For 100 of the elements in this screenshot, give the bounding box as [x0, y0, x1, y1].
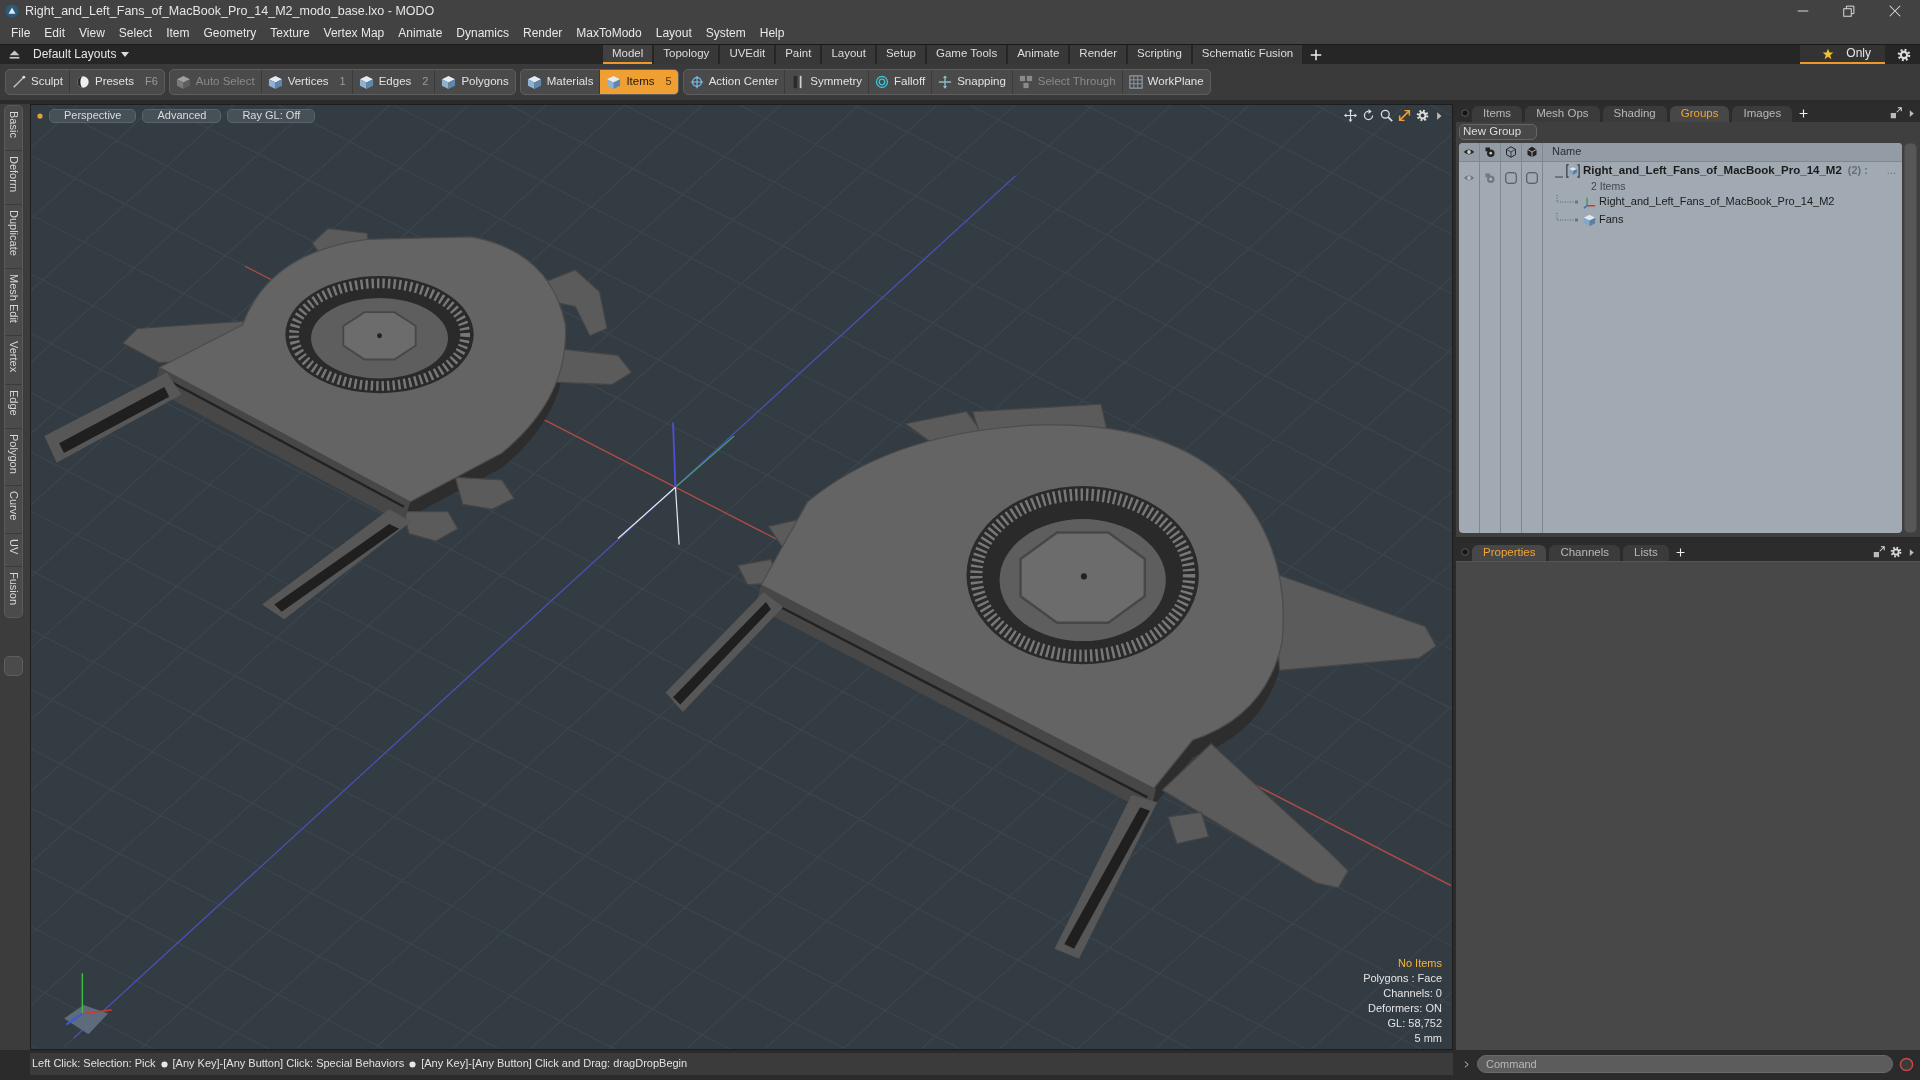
tool-button[interactable]: Vertices 1: [260, 70, 352, 94]
triangle-right-icon[interactable]: [1434, 110, 1444, 121]
layout-tab[interactable]: Layout: [822, 45, 875, 64]
plus-icon[interactable]: [1799, 108, 1809, 118]
close-icon[interactable]: [1889, 5, 1901, 17]
status-hint-text: [Any Key]-[Any Button] Click and Drag: dragDropBegin: [421, 1057, 688, 1071]
panel-tab[interactable]: Items: [1472, 106, 1523, 122]
menu-item[interactable]: File: [4, 25, 38, 41]
triangle-up-icon[interactable]: [8, 48, 21, 61]
rotate-icon[interactable]: [1362, 109, 1375, 122]
side-tab[interactable]: Vertex: [5, 335, 22, 385]
cube-icon[interactable]: [1526, 146, 1538, 158]
side-tab[interactable]: Fusion: [5, 567, 22, 618]
side-tab[interactable]: UV: [5, 533, 22, 568]
tool-button[interactable]: Materials: [520, 70, 600, 94]
tool-button[interactable]: Symmetry: [784, 70, 869, 94]
menu-item[interactable]: Select: [111, 25, 160, 41]
side-tab[interactable]: Polygon: [5, 428, 22, 487]
only-filter-toggle[interactable]: Only: [1800, 45, 1885, 64]
panel-tab[interactable]: Mesh Ops: [1525, 106, 1600, 122]
layout-tab[interactable]: Scripting: [1128, 45, 1191, 64]
menu-item[interactable]: Render: [516, 25, 570, 41]
menu-item[interactable]: Animate: [391, 25, 450, 41]
toggle-box-icon[interactable]: [1526, 171, 1538, 184]
grid-icon: [1128, 75, 1143, 89]
menu-item[interactable]: Dynamics: [449, 25, 516, 41]
triangle-right-icon[interactable]: [1907, 108, 1916, 118]
layout-tab[interactable]: Animate: [1008, 45, 1069, 64]
tree-item-label[interactable]: Right_and_Left_Fans_of_MacBook_Pro_14_M2: [1599, 195, 1835, 209]
sphere-icon: [75, 75, 90, 89]
panel-tab[interactable]: Properties: [1472, 545, 1547, 561]
maximize-icon[interactable]: [1398, 109, 1411, 122]
tool-button[interactable]: Falloff: [868, 70, 932, 94]
tool-button[interactable]: Polygons: [434, 70, 515, 94]
side-tab[interactable]: Duplicate: [5, 204, 22, 269]
expand-arrows-icon[interactable]: [1873, 546, 1885, 558]
plus-icon[interactable]: [1675, 547, 1685, 557]
layout-tab[interactable]: Game Tools: [927, 45, 1007, 64]
menu-item[interactable]: Layout: [648, 25, 699, 41]
tree-item-label[interactable]: Right_and_Left_Fans_of_MacBook_Pro_14_M2: [1583, 164, 1842, 178]
settings-icon[interactable]: [1416, 109, 1429, 122]
viewport-option-button[interactable]: Advanced: [142, 108, 222, 123]
side-tab[interactable]: Deform: [5, 150, 22, 205]
column-header[interactable]: Name: [1552, 145, 1582, 159]
layout-tab[interactable]: Setup: [876, 45, 925, 64]
panel-tab[interactable]: Channels: [1549, 545, 1620, 561]
caret-icon: [121, 52, 130, 57]
menu-item[interactable]: Item: [159, 25, 197, 41]
search-icon[interactable]: [1380, 109, 1393, 122]
menu-item[interactable]: View: [72, 25, 112, 41]
tool-button[interactable]: Edges 2: [351, 70, 435, 94]
side-tab[interactable]: Mesh Edit: [5, 268, 22, 336]
menu-item[interactable]: Edit: [37, 25, 73, 41]
expand-arrows-icon[interactable]: [1890, 107, 1902, 119]
layout-preset-dropdown[interactable]: Default Layouts: [33, 47, 130, 62]
layout-tab[interactable]: UVEdit: [720, 45, 775, 64]
new-group-button[interactable]: New Group: [1459, 124, 1537, 140]
panel-toggle-button[interactable]: [4, 656, 23, 677]
menu-item[interactable]: Help: [752, 25, 792, 41]
command-field[interactable]: Command: [1477, 1055, 1893, 1073]
panel-tab[interactable]: Shading: [1602, 106, 1667, 122]
restore-icon[interactable]: [1843, 5, 1855, 17]
cube-outline-icon[interactable]: [1505, 146, 1517, 158]
toggle-box-icon[interactable]: [1505, 171, 1517, 184]
panel-tab[interactable]: Images: [1732, 106, 1793, 122]
panel-menu-dot-icon[interactable]: [1461, 109, 1469, 117]
triangle-right-icon[interactable]: [1907, 547, 1916, 557]
tool-button[interactable]: Presets F6: [68, 70, 164, 94]
menu-item[interactable]: Geometry: [196, 25, 264, 41]
viewport-option-button[interactable]: Ray GL: Off: [227, 108, 316, 123]
tool-button[interactable]: Sculpt: [6, 70, 69, 94]
layout-tab[interactable]: Render: [1070, 45, 1127, 64]
settings-icon[interactable]: [1890, 546, 1902, 558]
tool-button[interactable]: Items 5: [599, 70, 678, 94]
layout-tab[interactable]: Paint: [776, 45, 821, 64]
side-tab[interactable]: Basic: [5, 106, 22, 151]
menu-item[interactable]: Texture: [263, 25, 317, 41]
panel-tab[interactable]: Lists: [1623, 545, 1669, 561]
menu-item[interactable]: MaxToModo: [569, 25, 649, 41]
panel-menu-dot-icon[interactable]: [1461, 548, 1469, 556]
record-circle-icon[interactable]: [1899, 1056, 1914, 1072]
plus-icon[interactable]: [1310, 48, 1323, 61]
panel-tab[interactable]: Groups: [1669, 106, 1730, 122]
chevron-right-icon[interactable]: [1462, 1058, 1471, 1070]
viewport-option-button[interactable]: Perspective: [49, 108, 137, 123]
layout-tab[interactable]: Model: [603, 45, 653, 64]
menu-item[interactable]: System: [698, 25, 753, 41]
scrollbar[interactable]: [1904, 143, 1917, 533]
settings-icon[interactable]: [1897, 47, 1911, 62]
layout-tab[interactable]: Schematic Fusion: [1192, 45, 1303, 64]
menu-item[interactable]: Vertex Map: [316, 25, 392, 41]
tool-button[interactable]: Snapping: [931, 70, 1012, 94]
tool-button[interactable]: WorkPlane: [1121, 70, 1210, 94]
tree-item-label[interactable]: Fans: [1599, 213, 1624, 227]
side-tab[interactable]: Curve: [5, 486, 22, 534]
render-icon[interactable]: [1484, 146, 1496, 158]
layout-tab[interactable]: Topology: [654, 45, 719, 64]
move-arrows-icon[interactable]: [1344, 109, 1357, 122]
side-tab[interactable]: Edge: [5, 384, 22, 429]
tool-button[interactable]: Action Center: [683, 70, 785, 94]
